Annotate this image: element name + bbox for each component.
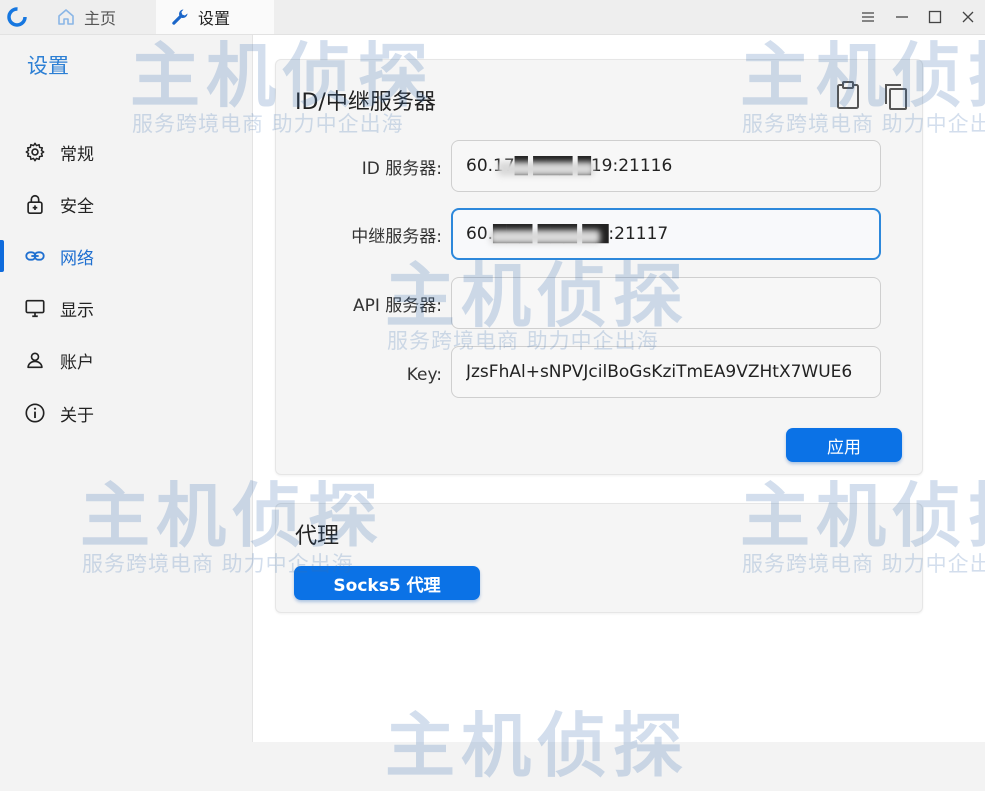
sidebar-item-network[interactable]: 网络 [0,234,252,278]
clipboard-icon[interactable] [834,80,862,110]
wrench-icon [172,9,188,25]
id-server-row: ID 服务器: [276,140,922,198]
settings-content: ID/中继服务器 ID 服务器: 中继服务器: API 服务器: Key: [253,35,985,742]
tab-home-label: 主页 [84,9,117,28]
sidebar-item-about[interactable]: 关于 [0,391,252,435]
id-server-label: ID 服务器: [361,159,442,179]
copy-icon[interactable] [882,82,910,112]
tab-settings[interactable]: 设置 [156,0,274,34]
apply-button[interactable]: 应用 [786,428,902,462]
sidebar-item-label: 安全 [60,196,94,217]
key-label: Key: [406,365,442,385]
lock-icon [27,194,43,214]
relay-server-row: 中继服务器: [276,208,922,266]
sidebar: 设置 常规 安全 网络 显示 账户 关于 [0,35,253,742]
monitor-icon [25,299,45,318]
key-input[interactable] [451,346,881,398]
info-icon [25,403,45,423]
api-server-label: API 服务器: [352,296,442,316]
sidebar-item-general[interactable]: 常规 [0,130,252,174]
gear-icon [25,142,45,162]
proxy-card: 代理 Socks5 代理 [275,503,923,613]
relay-server-label: 中继服务器: [351,227,442,247]
card-title: ID/中继服务器 [295,90,436,115]
sidebar-title: 设置 [27,54,69,78]
user-icon [27,352,43,369]
tab-settings-label: 设置 [198,9,231,28]
close-icon[interactable] [958,7,978,27]
api-server-input[interactable] [451,277,881,329]
card-title: 代理 [295,524,340,549]
app-logo-icon [7,7,27,27]
socks5-proxy-button[interactable]: Socks5 代理 [294,566,480,600]
maximize-icon[interactable] [925,7,945,27]
link-icon [25,251,45,261]
menu-icon[interactable] [858,7,878,27]
sidebar-item-security[interactable]: 安全 [0,182,252,226]
sidebar-item-label: 常规 [60,144,94,165]
sidebar-item-label: 显示 [60,300,94,321]
sidebar-item-label: 网络 [60,248,94,269]
id-relay-server-card: ID/中继服务器 ID 服务器: 中继服务器: API 服务器: Key: [275,59,923,475]
sidebar-item-account[interactable]: 账户 [0,338,252,382]
api-server-row: API 服务器: [276,277,922,335]
home-icon [58,9,74,25]
sidebar-item-label: 关于 [60,405,94,426]
sidebar-item-label: 账户 [60,352,94,373]
minimize-icon[interactable] [892,7,912,27]
redaction-blur [498,162,594,176]
title-bar: 主页 设置 [0,0,985,35]
tab-home[interactable]: 主页 [50,0,154,34]
sidebar-item-display[interactable]: 显示 [0,286,252,330]
key-row: Key: [276,346,922,404]
redaction-blur [490,230,600,244]
